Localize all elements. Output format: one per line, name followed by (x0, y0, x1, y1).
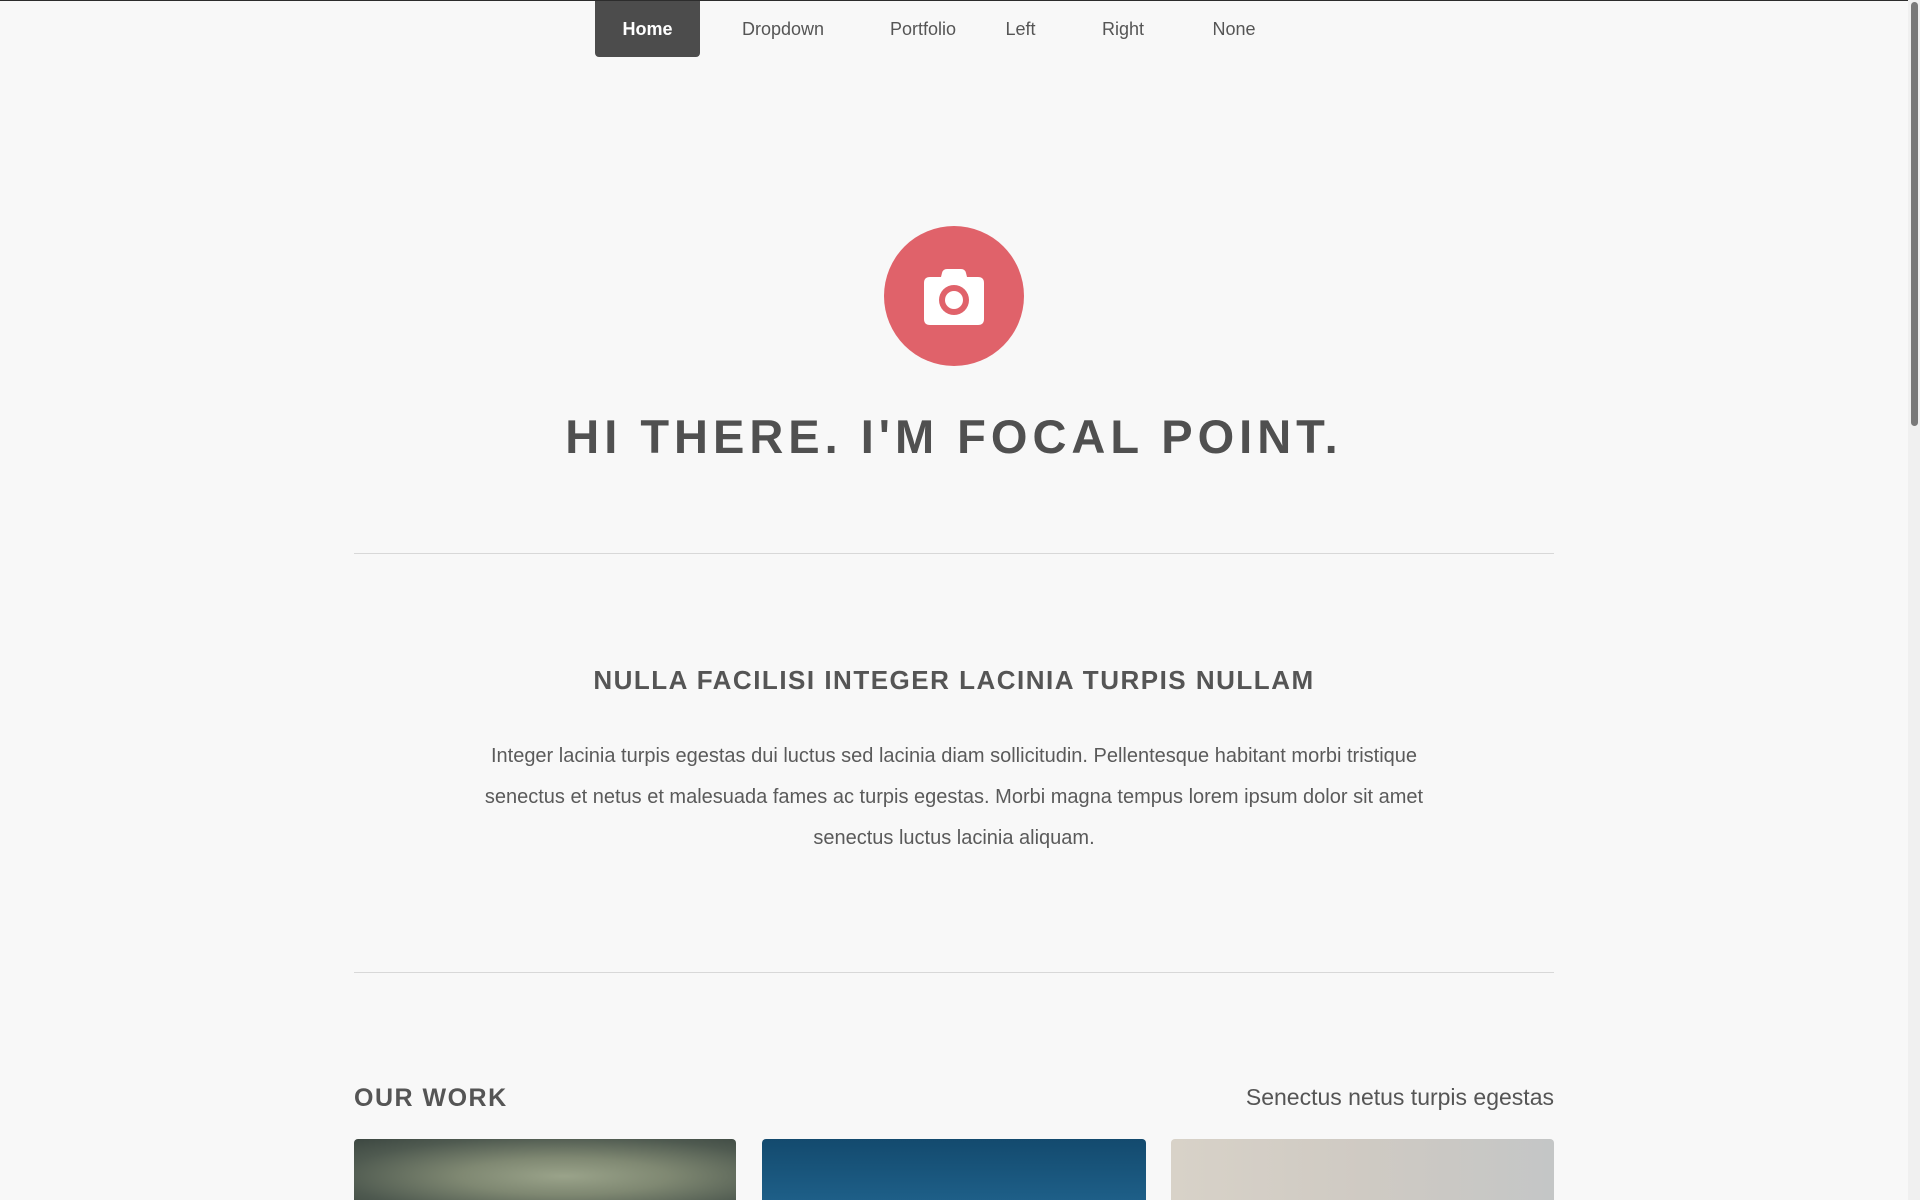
nav-item-portfolio[interactable]: Portfolio (866, 1, 980, 57)
section-divider (354, 553, 1554, 554)
intro-text: Integer lacinia turpis egestas dui luctu… (484, 745, 1424, 849)
page-content: Home Dropdown Portfolio Left Right None … (0, 0, 1908, 1200)
top-nav: Home Dropdown Portfolio Left Right None (595, 1, 1283, 57)
work-subtitle: Senectus netus turpis egestas (1245, 1084, 1554, 1110)
work-title: OUR WORK (354, 1084, 508, 1112)
portfolio-thumbnail[interactable] (762, 1139, 1146, 1200)
nav-item-left[interactable]: Left (980, 1, 1061, 57)
intro-heading: NULLA FACILISI INTEGER LACINIA TURPIS NU… (593, 665, 1315, 695)
nav-item-right[interactable]: Right (1061, 1, 1185, 57)
scrollbar-thumb[interactable] (1911, 2, 1918, 426)
hero-title: HI THERE. I'M FOCAL POINT. (565, 410, 1343, 463)
hero-logo-circle (884, 226, 1024, 366)
section-divider (354, 972, 1554, 973)
browser-viewport: Home Dropdown Portfolio Left Right None … (0, 0, 1920, 1200)
camera-icon (924, 269, 984, 325)
portfolio-thumbnail[interactable] (1171, 1139, 1554, 1200)
nav-item-dropdown[interactable]: Dropdown (700, 1, 866, 57)
vertical-scrollbar[interactable] (1908, 0, 1920, 1200)
nav-item-none[interactable]: None (1185, 1, 1283, 57)
portfolio-thumbnail[interactable] (354, 1139, 736, 1200)
nav-item-home[interactable]: Home (595, 1, 700, 57)
